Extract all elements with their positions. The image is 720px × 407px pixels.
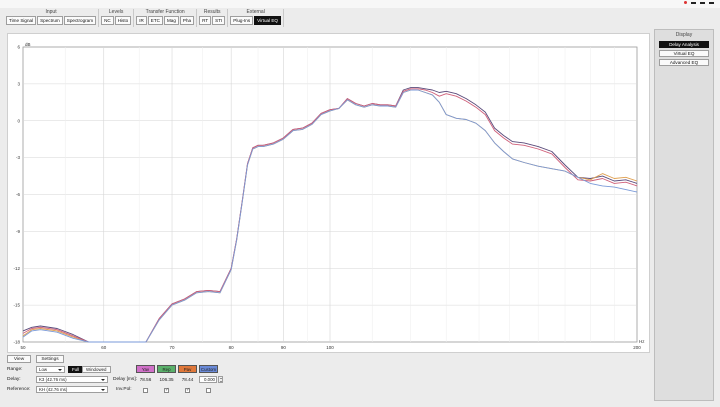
ribbon-group-buttons: RT STI xyxy=(199,16,226,25)
ribbon-group-title: External xyxy=(246,9,265,15)
y-tick-label: -9 xyxy=(16,229,20,234)
y-tick-label: -12 xyxy=(13,266,20,271)
invert-polarity-checkbox[interactable] xyxy=(185,387,190,393)
ribbon-group: External Plug-Ins Virtual EQ xyxy=(228,9,285,27)
range-label: Range: xyxy=(7,367,23,372)
app-window: Input Time Signal Spectrum Spectrogram Level… xyxy=(0,0,720,407)
ribbon-button[interactable]: Plug-Ins xyxy=(230,16,254,25)
ribbon-toolbar: Input Time Signal Spectrum Spectrogram Level… xyxy=(4,9,285,27)
ribbon-group-buttons: Time Signal Spectrum Spectrogram xyxy=(6,16,97,25)
title-bar xyxy=(0,0,720,8)
x-unit-label: Hz xyxy=(639,339,645,344)
ribbon-button[interactable]: Time Signal xyxy=(6,16,37,25)
y-tick-label: -3 xyxy=(16,155,20,160)
ribbon-group: Levels NC Histo xyxy=(99,9,135,27)
maximize-icon[interactable] xyxy=(700,1,705,4)
spinner-arrows-icon[interactable] xyxy=(218,376,223,383)
invert-polarity-checkbox[interactable] xyxy=(164,387,169,393)
invpol-label: Inv.Pol: xyxy=(116,387,132,392)
x-tick-label: 80 xyxy=(229,345,235,350)
reference-select[interactable]: KH (42.76 ms) xyxy=(36,386,108,393)
display-panel-buttons: Delay Analysis Virtual EQ Advanced EQ xyxy=(655,41,713,66)
ribbon-group-buttons: NC Histo xyxy=(101,16,132,25)
ribbon-group-title: Results xyxy=(203,9,221,15)
record-indicator-icon xyxy=(684,1,687,4)
chevron-down-icon xyxy=(101,389,105,391)
channel-button[interactable]: Custom xyxy=(199,365,218,373)
x-tick-label: 200 xyxy=(633,345,641,350)
ribbon-group: Input Time Signal Spectrum Spectrogram xyxy=(4,9,100,27)
ribbon-group-title: Input xyxy=(45,9,57,15)
bottom-controls: View Settings Range: Low Full Windowed D… xyxy=(0,354,650,407)
frequency-response-chart[interactable]: 6 3 0 -3 -6 -9 -12 -15 -1850 60 70 80 90 100 200 dB Hz xyxy=(8,34,651,354)
y-tick-label: 3 xyxy=(17,81,20,86)
ribbon-button[interactable]: STI xyxy=(212,16,226,25)
x-tick-label: 70 xyxy=(170,345,176,350)
channel-button[interactable]: Pav xyxy=(178,365,197,373)
ribbon-button[interactable]: Mag xyxy=(163,16,179,25)
delay-ms-label: Delay [ms]: xyxy=(113,377,137,382)
display-panel: Display Delay Analysis Virtual EQ Advanced… xyxy=(654,29,714,401)
channel-delay-value: 78.56 xyxy=(139,377,152,382)
windowed-button[interactable]: Windowed xyxy=(82,366,111,373)
range-select-value: Low xyxy=(39,367,48,372)
ribbon-button[interactable]: Spectrogram xyxy=(63,16,97,25)
range-select[interactable]: Low xyxy=(36,366,65,373)
minimize-icon[interactable] xyxy=(691,1,696,4)
ribbon-group-buttons: Plug-Ins Virtual EQ xyxy=(230,16,282,25)
x-tick-label: 90 xyxy=(281,345,287,350)
ribbon-group-buttons: IR ETC Mag Pha xyxy=(136,16,195,25)
ribbon-button[interactable]: Virtual EQ xyxy=(254,16,282,25)
ribbon-group: Transfer Function IR ETC Mag Pha xyxy=(134,9,198,27)
settings-tab[interactable]: Settings xyxy=(36,355,64,363)
invert-polarity-checkbox[interactable] xyxy=(206,388,211,393)
ribbon-button[interactable]: ETC xyxy=(147,16,163,25)
channel-button[interactable]: Yav xyxy=(136,365,155,373)
display-panel-button[interactable]: Advanced EQ xyxy=(659,59,709,66)
ribbon-button[interactable]: Histo xyxy=(114,16,132,25)
channel-delay-value: 106.35 xyxy=(159,377,174,382)
ribbon-group-title: Transfer Function xyxy=(145,9,185,15)
ribbon-button[interactable]: Spectrum xyxy=(37,16,63,25)
ribbon-group-title: Levels xyxy=(108,9,124,15)
channel-delay-value: 78.44 xyxy=(181,377,194,382)
ribbon-button[interactable]: NC xyxy=(101,16,114,25)
custom-delay-input[interactable]: 0.000 xyxy=(199,376,217,383)
ribbon-button[interactable]: RT xyxy=(199,16,212,25)
ribbon-button[interactable]: IR xyxy=(136,16,147,25)
y-tick-label: -15 xyxy=(13,303,20,308)
display-panel-button[interactable]: Delay Analysis xyxy=(659,41,709,48)
y-tick-label: 6 xyxy=(17,45,20,50)
ribbon-button[interactable]: Pha xyxy=(179,16,195,25)
delay-select[interactable]: K3 (42.76 ms) xyxy=(36,376,108,383)
y-tick-label: -6 xyxy=(16,192,20,197)
view-tab[interactable]: View xyxy=(7,355,31,363)
channel-button[interactable]: Rep xyxy=(157,365,176,373)
chevron-down-icon xyxy=(101,379,105,381)
plot-area[interactable]: 6 3 0 -3 -6 -9 -12 -15 -18 50 60 70 80 90 100 200 dB Hz xyxy=(7,33,650,353)
delay-select-value: K3 (42.76 ms) xyxy=(39,377,67,382)
delay-label: Delay: xyxy=(7,377,21,382)
x-tick-label: 100 xyxy=(326,345,334,350)
full-button[interactable]: Full xyxy=(68,366,84,373)
invert-polarity-checkbox[interactable] xyxy=(143,388,148,393)
y-tick-label: -18 xyxy=(13,340,20,345)
reference-select-value: KH (42.76 ms) xyxy=(39,387,68,392)
y-unit-label: dB xyxy=(25,42,31,47)
window-controls xyxy=(684,1,714,4)
x-tick-label: 60 xyxy=(101,345,107,350)
reference-label: Reference: xyxy=(7,387,31,392)
close-icon[interactable] xyxy=(709,1,714,4)
display-panel-title: Display xyxy=(675,32,693,38)
ribbon-group: Results RT STI xyxy=(197,9,229,27)
x-tick-label: 50 xyxy=(20,345,26,350)
y-tick-label: 0 xyxy=(17,118,20,123)
display-panel-button[interactable]: Virtual EQ xyxy=(659,50,709,57)
chevron-down-icon xyxy=(58,369,62,371)
